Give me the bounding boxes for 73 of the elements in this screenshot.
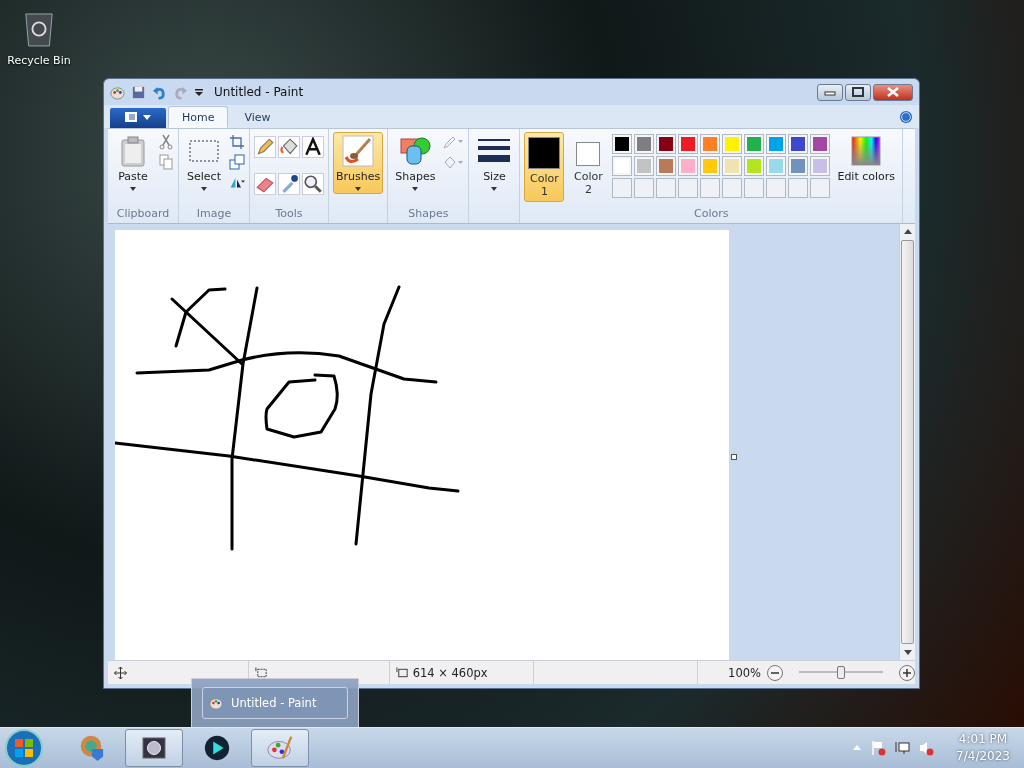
minimize-icon — [824, 88, 836, 96]
undo-icon[interactable] — [152, 84, 167, 100]
color-spectrum-icon — [850, 135, 883, 167]
group-label: Image — [196, 207, 232, 222]
palette-icon — [209, 696, 223, 710]
speaker-muted-icon[interactable] — [918, 740, 935, 756]
zoom-slider-thumb[interactable] — [837, 666, 845, 679]
zoom-percentage: 100% — [728, 665, 761, 680]
canvas-size-icon — [395, 666, 409, 679]
caret-icon — [491, 187, 498, 191]
ribbon-tab[interactable]: Home — [168, 106, 229, 128]
color-picker-icon[interactable] — [278, 172, 300, 195]
caret-icon — [355, 187, 362, 191]
maximize-icon — [852, 87, 864, 97]
magnifier-icon[interactable] — [302, 172, 324, 195]
fill-bucket-icon[interactable] — [442, 154, 465, 170]
flag-icon[interactable] — [870, 740, 887, 756]
plus-icon — [903, 668, 911, 677]
dropdown-caret-icon[interactable] — [194, 87, 204, 97]
canvas-dimensions: 614 × 460px — [412, 665, 488, 680]
outline-pencil-icon[interactable] — [442, 134, 465, 150]
caret-icon — [201, 187, 207, 191]
photo-viewer-icon — [140, 734, 168, 762]
paste-button[interactable]: Paste — [112, 132, 154, 194]
select-button[interactable]: Select — [183, 132, 225, 194]
scroll-down-icon[interactable] — [903, 650, 912, 655]
resize-handle[interactable] — [731, 454, 737, 460]
scroll-up-icon[interactable] — [903, 229, 912, 234]
caret-icon — [130, 187, 136, 191]
text-icon[interactable] — [302, 136, 324, 158]
size-button[interactable]: Size — [473, 132, 516, 194]
window-title: Untitled - Paint — [214, 85, 304, 99]
help-icon[interactable] — [899, 109, 913, 124]
brush-icon — [342, 135, 375, 167]
crop-icon[interactable] — [229, 134, 245, 150]
zoom-out-button[interactable] — [767, 664, 783, 681]
close-button[interactable] — [873, 83, 913, 101]
ribbon-tab[interactable]: View — [230, 106, 285, 128]
group-label: Shapes — [408, 207, 449, 222]
maximize-button[interactable] — [845, 83, 871, 101]
minimize-button[interactable] — [817, 83, 843, 101]
group-label: Colors — [694, 207, 729, 222]
network-icon[interactable] — [894, 740, 911, 756]
play-icon — [203, 734, 231, 762]
recycle-bin-icon[interactable] — [23, 10, 55, 48]
edit-colors-button[interactable]: Edit colors — [834, 132, 899, 186]
save-icon[interactable] — [131, 84, 146, 100]
brushes-button[interactable]: Brushes — [333, 132, 384, 194]
resize-icon[interactable] — [229, 154, 245, 170]
pencil-icon[interactable] — [254, 136, 276, 158]
color-slot-button[interactable]: Color 2 — [568, 132, 609, 200]
cut-icon[interactable] — [158, 134, 174, 150]
color-slot-button[interactable]: Color 1 — [524, 132, 565, 202]
zoom-in-button[interactable] — [899, 664, 915, 681]
close-icon — [887, 87, 899, 97]
group-label: Tools — [275, 207, 303, 222]
vertical-scrollbar[interactable] — [899, 224, 915, 660]
palette-icon[interactable] — [110, 84, 125, 100]
shapes-button[interactable]: Shapes — [392, 132, 439, 194]
menu-icon — [123, 110, 153, 123]
fill-bucket-icon[interactable] — [278, 136, 300, 158]
caret-icon — [412, 187, 419, 191]
group-label: Clipboard — [116, 207, 170, 222]
start-button-icon[interactable] — [4, 728, 44, 768]
eraser-icon[interactable] — [254, 172, 276, 195]
selection-size-icon — [254, 666, 268, 679]
desktop-icon-label[interactable]: Recycle Bin — [7, 54, 71, 67]
palette-icon — [266, 734, 294, 762]
move-cursor-icon — [114, 666, 127, 679]
paint-menu-button[interactable] — [110, 108, 166, 128]
taskbar-button[interactable] — [125, 729, 183, 767]
copy-icon[interactable] — [158, 154, 174, 170]
shapes-icon — [399, 135, 432, 167]
